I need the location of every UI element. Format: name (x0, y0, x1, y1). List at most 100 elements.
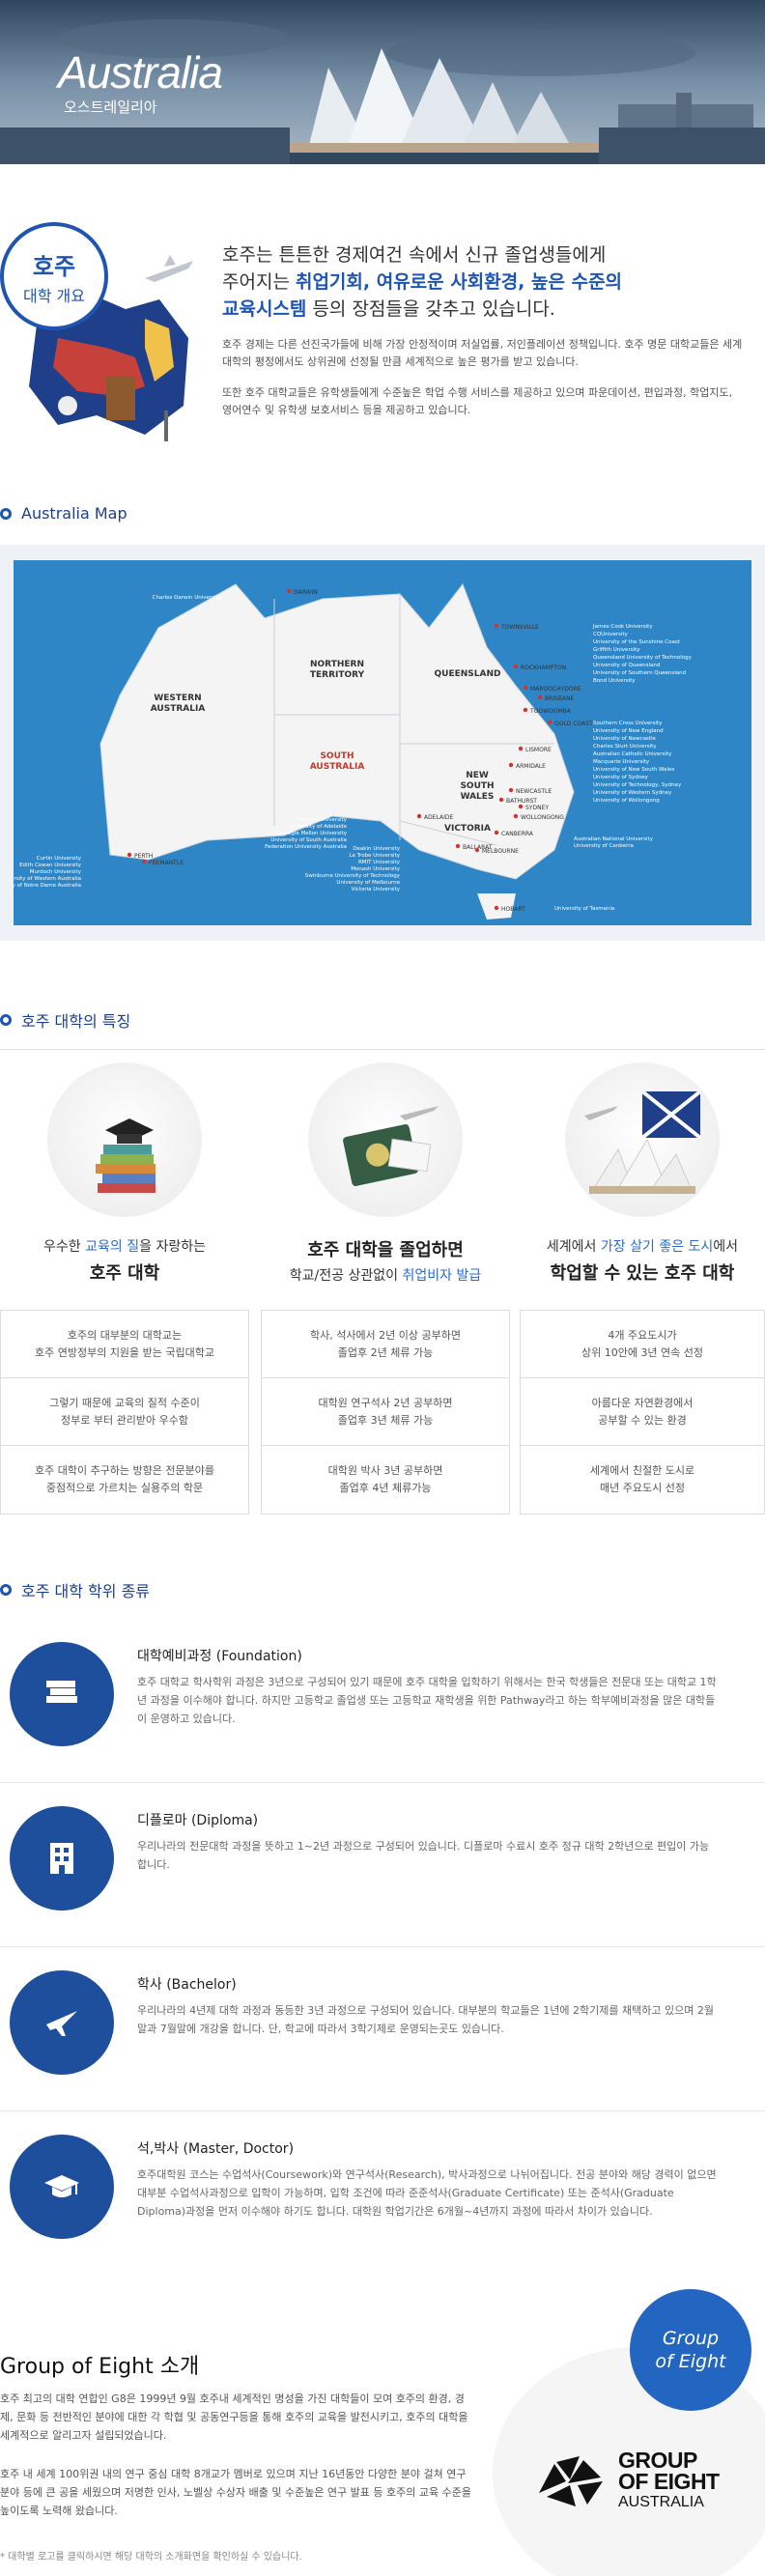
feature-list: 4개 주요도시가 상위 10안에 3년 연속 선정 아름다운 자연환경에서 공부… (520, 1310, 765, 1514)
map-university-label: La Trobe University (349, 853, 400, 859)
map-university-label: Australian National University (574, 836, 654, 842)
map-city-marker (518, 746, 524, 751)
map-city-marker (508, 787, 514, 793)
map-city-label: BATHURST (506, 798, 537, 805)
map-university-label: University of Western Australia (14, 876, 81, 882)
map-city-marker (494, 830, 499, 835)
map-city-marker (513, 813, 519, 819)
map-region-label: NORTHERN (310, 660, 364, 669)
feature-caption-part: 학교/전공 상관없이 (289, 1268, 403, 1284)
passport-illustration-icon (308, 1062, 463, 1217)
feature-caption-part: 세계에서 (546, 1239, 601, 1255)
map-university-label: University of Newcastle (593, 736, 656, 742)
degrees-section-title: 호주 대학 학위 종류 (21, 1582, 151, 1600)
map-canvas: WESTERN AUSTRALIA NORTHERN TERRITORY SOUTH AU… (0, 560, 751, 925)
feature-caption: 호주 대학을 졸업하면 학교/전공 상관없이 취업비자 발급 (261, 1236, 510, 1285)
map-city-marker (537, 694, 543, 700)
go8-note: * 대학별 로고를 클릭하시면 해당 대학의 소개화면을 확인하실 수 있습니다… (0, 2552, 302, 2562)
intro-lead-2b-highlight: 취업기회, 여유로운 사회환경, 높은 수준의 (295, 271, 623, 293)
map-university-label: CQUniversity (593, 632, 629, 637)
feature-caption-line1: 우수한 교육의 질을 자랑하는 (0, 1236, 249, 1256)
degree-title: 석,박사 (Master, Doctor) (137, 2141, 295, 2157)
feature-caption-line2: 학교/전공 상관없이 취업비자 발급 (261, 1265, 510, 1285)
map-university-label: James Cook University (592, 624, 653, 630)
map-university-label: Queensland University of Technology (593, 655, 693, 661)
map-city-marker (547, 720, 552, 725)
intro-paragraph-2: 또한 호주 대학교들은 유학생들에게 수준높은 학업 수행 서비스를 제공하고 … (222, 386, 733, 416)
books-illustration-icon (47, 1062, 202, 1217)
map-university-label: University of Canberra (574, 843, 634, 849)
map-university-label: University of the Sunshine Coast (593, 639, 681, 645)
section-divider (0, 1049, 765, 1050)
map-city-marker (498, 797, 504, 803)
page: Australia 오스트레일리아 호주 대학 개요 호주는 튼튼한 경제여건 … (0, 0, 765, 2576)
feature-card-livable-city: 세계에서 가장 살기 좋은 도시에서 학업할 수 있는 호주 대학 4개 주요도… (520, 1062, 765, 1514)
degree-description: 호주대학원 코스는 수업석사(Coursework)와 연구석사(Researc… (137, 2168, 717, 2218)
map-region-label: SOUTH (320, 751, 354, 761)
features-section-title: 호주 대학의 특징 (21, 1012, 131, 1031)
map-region-label: AUSTRALIA (151, 704, 206, 714)
feature-caption-part: 을 자랑하는 (139, 1239, 206, 1255)
map-city-label: BRISBANE (545, 695, 575, 702)
degree-item-bachelor: 학사 (Bachelor) 우리나라의 4년제 대학 과정과 동등한 3년 과정… (0, 1947, 765, 2111)
go8-badge-line1: Group (662, 2328, 720, 2349)
map-university-label: University of New England (593, 728, 664, 734)
degree-description: 우리나라의 전문대학 과정을 뜻하고 1~2년 과정으로 구성되어 있습니다. … (137, 1840, 710, 1871)
degree-description: 호주 대학교 학사학위 과정은 3년으로 구성되어 있기 때문에 호주 대학을 … (137, 1676, 717, 1725)
map-region-label: WALES (461, 792, 495, 802)
feature-list: 호주의 대부분의 대학교는 호주 연방정부의 지원을 받는 국립대학교 그렇기 … (0, 1310, 249, 1514)
intro-lead-3b: 등의 장점들을 갖추고 있습니다. (306, 298, 555, 320)
map-city-marker (508, 762, 514, 768)
books-icon (10, 1642, 114, 1746)
map-university-label: Griffith University (593, 647, 640, 653)
map-region-label: TERRITORY (310, 670, 365, 680)
feature-caption-highlight: 취업비자 발급 (402, 1268, 482, 1284)
section-bullet-icon (0, 1014, 12, 1026)
degree-title: 대학예비과정 (Foundation) (137, 1649, 302, 1664)
map-section-header: Australia Map (0, 504, 765, 523)
map-city-label: LISMORE (525, 747, 552, 753)
map-city-label: PERTH (134, 853, 153, 860)
map-university-label: Charles Darwin University (153, 595, 222, 601)
map-region-label: WESTERN (154, 694, 201, 703)
map-city-label: MAROOCHYDORE (530, 686, 581, 693)
map-city-marker (141, 859, 147, 864)
map-region-label: QUEENSLAND (435, 669, 501, 679)
map-region-label: NEW (466, 771, 489, 780)
feature-list-item: 호주 대학이 추구하는 방향은 전문분야를 중점적으로 가르치는 실용주의 학문 (34, 1464, 215, 1494)
intro-lead-2a: 주어지는 (222, 271, 296, 293)
opera-house-flag-illustration-icon (565, 1062, 720, 1217)
intro-badge-line2: 대학 개요 (23, 286, 85, 305)
map-region-label: SOUTH (460, 781, 494, 791)
map-university-label: Bond University (593, 678, 636, 684)
map-city-marker (127, 852, 132, 858)
feature-list-item: 학사, 석사에서 2년 이상 공부하면 졸업후 2년 체류 가능 (262, 1311, 509, 1378)
map-city-marker (523, 685, 528, 691)
map-city-label: WOLLONGONG (521, 814, 564, 821)
hero-title: Australia (58, 47, 223, 98)
map-region-label: VICTORIA (444, 824, 491, 834)
go8-logo-line3: AUSTRALIA (618, 2494, 704, 2510)
map-city-marker (455, 843, 461, 849)
hero-subtitle: 오스트레일리아 (64, 99, 157, 116)
feature-list-item: 아름다운 자연환경에서 공부할 수 있는 환경 (521, 1378, 764, 1446)
map-city-label: ARMIDALE (516, 763, 546, 770)
map-city-label: FREMANTLE (149, 860, 184, 866)
go8-logo-link[interactable]: GROUP OF EIGHT AUSTRALIA (537, 2449, 720, 2513)
feature-list: 학사, 석사에서 2년 이상 공부하면 졸업후 2년 체류 가능 대학원 연구석… (261, 1310, 510, 1514)
degrees-section-title-row: 호주 대학 학위 종류 (0, 1578, 765, 1601)
go8-logo-line1: GROUP (618, 2448, 697, 2473)
map-city-label: SYDNEY (525, 805, 549, 811)
intro-badge-line1: 호주 (32, 252, 76, 280)
map-university-label: Curtin University (37, 856, 82, 862)
map-university-label: University of Western Sydney (593, 790, 672, 796)
feature-list-item: 4개 주요도시가 상위 10안에 3년 연속 선정 (521, 1311, 764, 1378)
go8-logo-text: GROUP OF EIGHT AUSTRALIA (618, 2449, 720, 2513)
map-university-label: University of Queensland (593, 663, 660, 668)
map-section-title: Australia Map (21, 504, 128, 523)
map-university-label: Edith Cowan University (19, 863, 82, 868)
intro-lead-line1: 호주는 튼튼한 경제여건 속에서 신규 졸업생들에게 (222, 244, 607, 266)
features-section-title-row: 호주 대학의 특징 (0, 1008, 765, 1032)
feature-caption-highlight: 교육의 질 (85, 1239, 140, 1255)
map-city-label: GOLD COAST (554, 721, 593, 727)
